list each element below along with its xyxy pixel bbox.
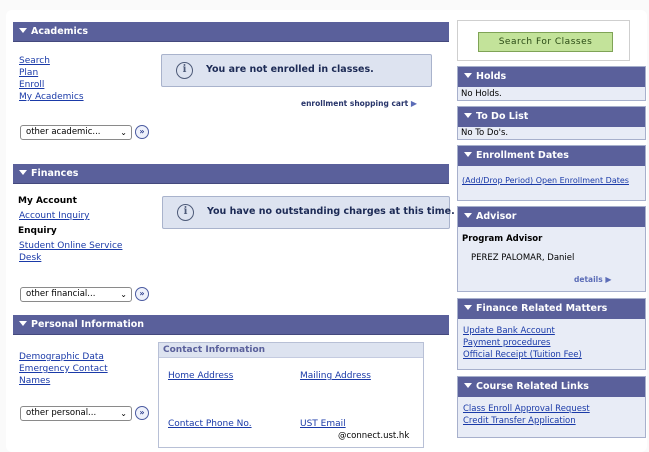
enrollment-dates-header[interactable]: Enrollment Dates bbox=[458, 146, 645, 166]
enquiry-label: Enquiry bbox=[18, 226, 57, 236]
advisor-box: Advisor Program Advisor PEREZ PALOMAR, D… bbox=[457, 206, 646, 292]
finance-related-title: Finance Related Matters bbox=[476, 303, 608, 314]
class-enroll-approval-link[interactable]: Class Enroll Approval Request bbox=[463, 404, 590, 414]
academics-message: You are not enrolled in classes. bbox=[206, 64, 374, 75]
collapse-triangle-icon[interactable] bbox=[464, 71, 472, 78]
finances-title: Finances bbox=[31, 168, 79, 179]
personal-select[interactable]: other personal... ⌄ bbox=[20, 406, 132, 421]
todo-header[interactable]: To Do List bbox=[458, 107, 645, 127]
home-address-link[interactable]: Home Address bbox=[168, 371, 233, 381]
personal-go-button[interactable]: » bbox=[135, 406, 149, 420]
personal-information-title: Personal Information bbox=[31, 319, 145, 330]
academics-link-search[interactable]: Search bbox=[19, 56, 50, 66]
student-online-service-link[interactable]: Student Online Service bbox=[19, 241, 122, 251]
collapse-triangle-icon[interactable] bbox=[19, 168, 27, 175]
credit-transfer-link[interactable]: Credit Transfer Application bbox=[463, 416, 576, 426]
contact-information-title: Contact Information bbox=[159, 343, 423, 358]
academics-select-value: other academic... bbox=[26, 127, 101, 137]
finances-go-button[interactable]: » bbox=[135, 287, 149, 301]
holds-text: No Holds. bbox=[461, 89, 502, 99]
arrow-right-icon: ▶ bbox=[605, 275, 612, 284]
todo-text: No To Do's. bbox=[461, 128, 509, 138]
email-domain: @connect.ust.hk bbox=[338, 431, 410, 441]
enrollment-dates-title: Enrollment Dates bbox=[476, 150, 569, 161]
info-circle-icon: i bbox=[176, 62, 193, 79]
collapse-triangle-icon[interactable] bbox=[464, 150, 472, 157]
academics-title: Academics bbox=[31, 26, 89, 37]
todo-title: To Do List bbox=[476, 111, 529, 122]
mailing-address-link[interactable]: Mailing Address bbox=[300, 371, 371, 381]
academics-header[interactable]: Academics bbox=[13, 22, 449, 42]
enrollment-shopping-cart-label[interactable]: enrollment shopping cart bbox=[301, 99, 408, 108]
finances-select-value: other financial... bbox=[26, 289, 96, 299]
finances-message: You have no outstanding charges at this … bbox=[207, 206, 455, 217]
academics-message-box: i You are not enrolled in classes. bbox=[161, 54, 432, 87]
payment-procedures-link[interactable]: Payment procedures bbox=[463, 338, 550, 348]
academics-link-plan[interactable]: Plan bbox=[19, 68, 38, 78]
collapse-triangle-icon[interactable] bbox=[19, 26, 27, 33]
academics-go-button[interactable]: » bbox=[135, 125, 149, 139]
student-online-service-link-desk[interactable]: Desk bbox=[19, 253, 41, 263]
finances-select[interactable]: other financial... ⌄ bbox=[20, 287, 132, 302]
emergency-contact-link[interactable]: Emergency Contact bbox=[19, 364, 108, 374]
academics-link-my-academics[interactable]: My Academics bbox=[19, 92, 84, 102]
collapse-triangle-icon[interactable] bbox=[464, 303, 472, 310]
arrow-right-icon: ▶ bbox=[410, 99, 418, 108]
collapse-triangle-icon[interactable] bbox=[464, 111, 472, 118]
course-related-title: Course Related Links bbox=[476, 381, 589, 392]
update-bank-account-link[interactable]: Update Bank Account bbox=[463, 326, 555, 336]
academics-select[interactable]: other academic... ⌄ bbox=[20, 125, 132, 140]
personal-select-value: other personal... bbox=[26, 408, 97, 418]
advisor-title: Advisor bbox=[476, 211, 517, 222]
program-advisor-label: Program Advisor bbox=[462, 234, 543, 244]
ust-email-link[interactable]: UST Email bbox=[300, 419, 346, 429]
my-account-label: My Account bbox=[18, 196, 77, 206]
demographic-data-link[interactable]: Demographic Data bbox=[19, 352, 104, 362]
course-related-box: Course Related Links Class Enroll Approv… bbox=[457, 376, 646, 438]
finance-related-header[interactable]: Finance Related Matters bbox=[458, 299, 645, 319]
academics-link-enroll[interactable]: Enroll bbox=[19, 80, 44, 90]
account-inquiry-link[interactable]: Account Inquiry bbox=[19, 211, 90, 221]
finances-header[interactable]: Finances bbox=[13, 164, 449, 184]
advisor-header[interactable]: Advisor bbox=[458, 207, 645, 227]
names-link[interactable]: Names bbox=[19, 376, 50, 386]
enrollment-shopping-cart-link[interactable]: enrollment shopping cart ▶ bbox=[301, 99, 417, 108]
personal-information-header[interactable]: Personal Information bbox=[13, 315, 449, 335]
info-circle-icon: i bbox=[177, 204, 194, 221]
official-receipt-link[interactable]: Official Receipt (Tuition Fee) bbox=[463, 350, 582, 360]
chevron-down-icon: ⌄ bbox=[120, 128, 127, 137]
open-enrollment-dates-link[interactable]: (Add/Drop Period) Open Enrollment Dates bbox=[462, 176, 629, 185]
contact-phone-link[interactable]: Contact Phone No. bbox=[168, 419, 252, 429]
advisor-name: PEREZ PALOMAR, Daniel bbox=[471, 253, 575, 263]
collapse-triangle-icon[interactable] bbox=[464, 211, 472, 218]
collapse-triangle-icon[interactable] bbox=[464, 381, 472, 388]
holds-header[interactable]: Holds bbox=[458, 67, 645, 87]
chevron-down-icon: ⌄ bbox=[120, 409, 127, 418]
course-related-header[interactable]: Course Related Links bbox=[458, 377, 645, 397]
enrollment-dates-box: Enrollment Dates (Add/Drop Period) Open … bbox=[457, 145, 646, 201]
chevron-down-icon: ⌄ bbox=[120, 290, 127, 299]
advisor-details-link[interactable]: details ▶ bbox=[574, 275, 612, 284]
finance-related-box: Finance Related Matters Update Bank Acco… bbox=[457, 298, 646, 370]
todo-box: To Do List No To Do's. bbox=[457, 106, 646, 140]
advisor-details-label[interactable]: details bbox=[574, 275, 603, 284]
collapse-triangle-icon[interactable] bbox=[19, 319, 27, 326]
search-for-classes-button[interactable]: Search For Classes bbox=[478, 32, 613, 52]
finances-message-box: i You have no outstanding charges at thi… bbox=[162, 196, 455, 229]
holds-title: Holds bbox=[476, 71, 507, 82]
holds-box: Holds No Holds. bbox=[457, 66, 646, 101]
